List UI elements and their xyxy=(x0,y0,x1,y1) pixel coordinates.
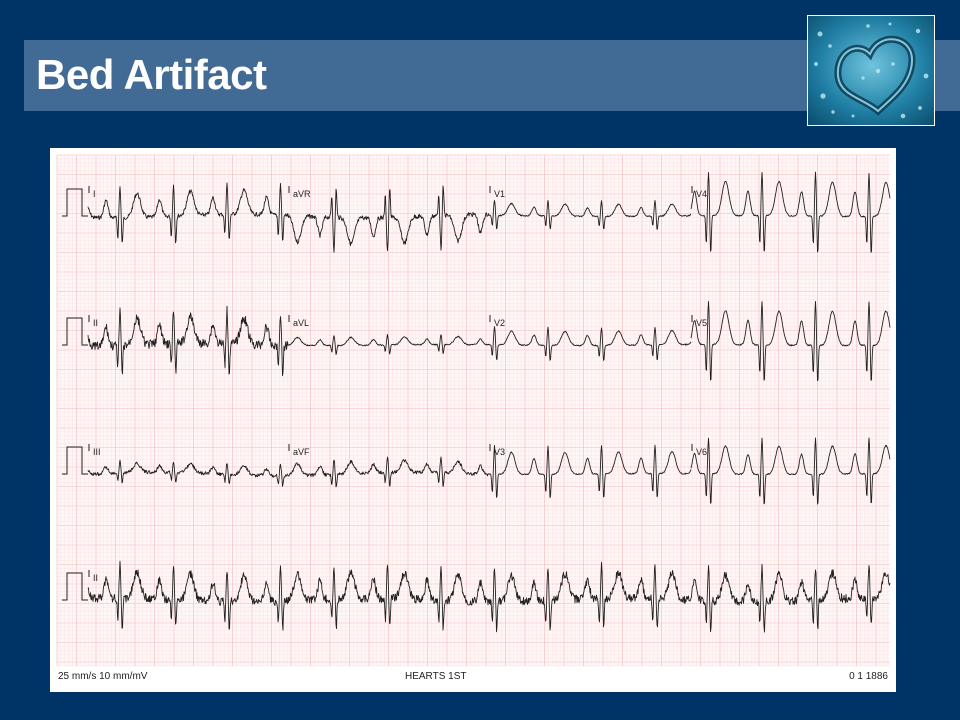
ecg-strip: IaVR V1 V4 II aVL V2 V5 III aVF V3 V6 II 25 mm/s 10… xyxy=(50,148,896,692)
lead-label-iii: III xyxy=(93,447,101,457)
ecg-speed-gain: 25 mm/s 10 mm/mV xyxy=(58,671,148,682)
lead-label-ii: II xyxy=(93,573,98,583)
slide-title: Bed Artifact xyxy=(36,51,267,98)
lead-label-v4: V4 xyxy=(696,189,707,199)
lead-label-ii: II xyxy=(93,318,98,328)
lead-label-v3: V3 xyxy=(494,447,505,457)
lead-label-v2: V2 xyxy=(494,318,505,328)
lead-label-v5: V5 xyxy=(696,318,707,328)
lead-label-avf: aVF xyxy=(293,447,310,457)
lead-label-v1: V1 xyxy=(494,189,505,199)
lead-label-v6: V6 xyxy=(696,447,707,457)
lead-label-i: I xyxy=(93,189,96,199)
lead-label-avr: aVR xyxy=(293,189,311,199)
lead-label-avl: aVL xyxy=(293,318,309,328)
ecg-footer-id: 0 1 1886 xyxy=(849,671,888,682)
water-droplets-heart-icon xyxy=(807,15,935,126)
ecg-footer-center: HEARTS 1ST xyxy=(405,671,467,682)
ecg-tracing: IaVR V1 V4 II aVL V2 V5 III aVF V3 V6 II xyxy=(56,154,891,667)
